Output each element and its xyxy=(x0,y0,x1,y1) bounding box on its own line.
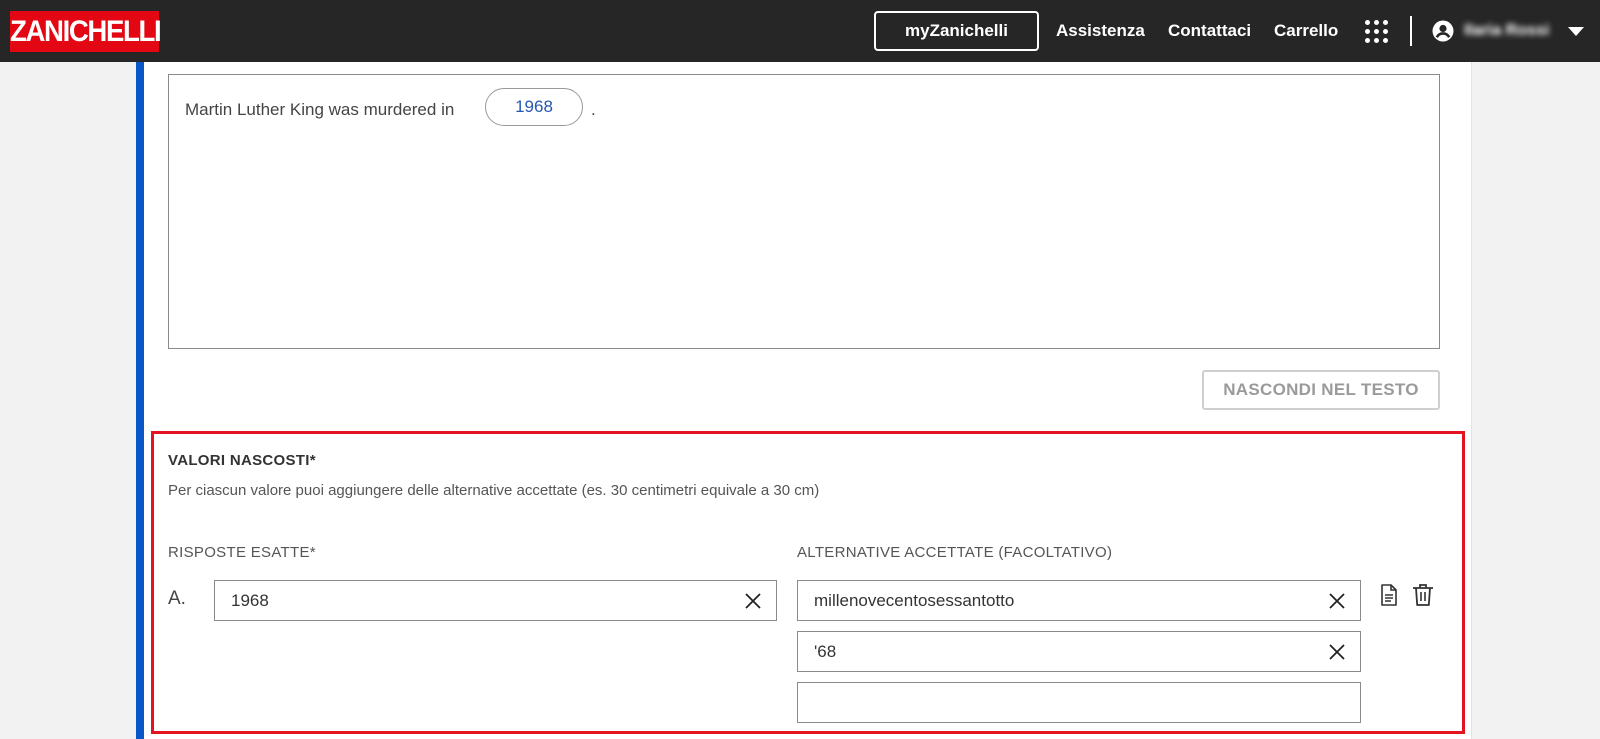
alternative-input[interactable]: millenovecentosessantotto xyxy=(797,580,1361,621)
alternative-value: '68 xyxy=(814,642,837,661)
alternative-input-empty[interactable] xyxy=(797,682,1361,723)
zanichelli-logo[interactable]: ZANICHELLI xyxy=(10,11,162,52)
caret-down-icon xyxy=(1568,27,1584,36)
editor-sentence: Martin Luther King was murdered in xyxy=(185,100,455,119)
user-name: Ilaria Rossi xyxy=(1464,22,1550,39)
clear-icon[interactable] xyxy=(1328,643,1346,661)
apps-grid-icon[interactable] xyxy=(1365,20,1389,44)
alternative-input[interactable]: '68 xyxy=(797,631,1361,672)
alternative-value: millenovecentosessantotto xyxy=(814,591,1015,610)
nav-link-carrello[interactable]: Carrello xyxy=(1274,20,1338,42)
my-zanichelli-button[interactable]: myZanichelli xyxy=(874,11,1039,51)
correct-answers-label: RISPOSTE ESATTE* xyxy=(168,544,316,561)
top-navigation-bar: ZANICHELLI myZanichelli Assistenza Conta… xyxy=(0,0,1600,62)
answer-input[interactable]: 1968 xyxy=(214,580,777,621)
user-icon xyxy=(1432,20,1454,42)
nav-link-assistenza[interactable]: Assistenza xyxy=(1056,20,1145,42)
editor-period: . xyxy=(591,100,596,119)
clear-icon[interactable] xyxy=(1328,592,1346,610)
document-icon[interactable] xyxy=(1380,584,1398,606)
clear-icon[interactable] xyxy=(744,592,762,610)
hidden-values-description: Per ciascun valore puoi aggiungere delle… xyxy=(168,482,820,499)
accepted-alternatives-label: ALTERNATIVE ACCETTATE (FACOLTATIVO) xyxy=(797,544,1113,561)
nav-divider xyxy=(1410,16,1412,46)
hidden-values-title: VALORI NASCOSTI* xyxy=(168,452,316,469)
text-editor[interactable]: Martin Luther King was murdered in 1968 … xyxy=(168,74,1440,349)
card-accent-bar xyxy=(136,62,144,739)
row-letter: A. xyxy=(168,588,186,609)
answer-value: 1968 xyxy=(231,591,269,610)
nav-link-contattaci[interactable]: Contattaci xyxy=(1168,20,1251,42)
hidden-value-pill[interactable]: 1968 xyxy=(485,88,583,126)
hide-in-text-button[interactable]: NASCONDI NEL TESTO xyxy=(1202,370,1440,410)
trash-icon[interactable] xyxy=(1412,583,1434,607)
